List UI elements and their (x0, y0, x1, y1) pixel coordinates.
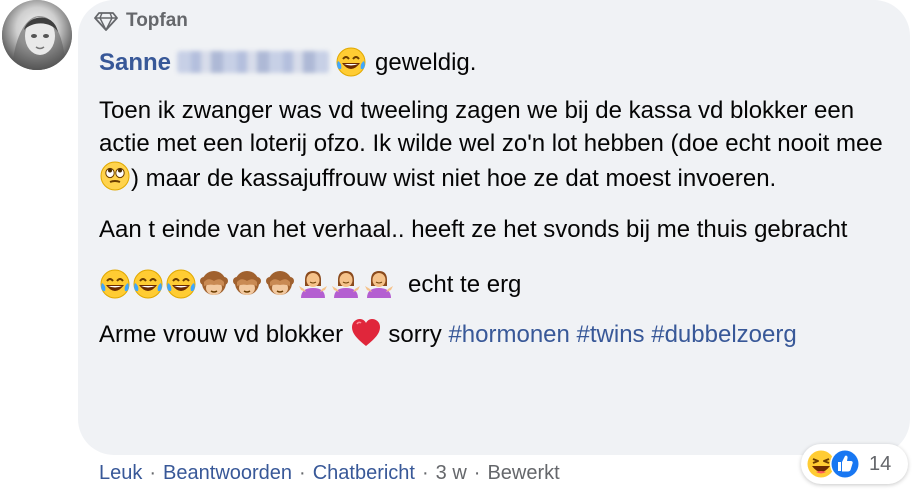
reactions-badge[interactable]: 14 (801, 444, 908, 484)
author-suffix-text: geweldig. (375, 48, 477, 76)
chat-message-link[interactable]: Chatbericht (313, 462, 415, 485)
comment-container: Topfan Sanne geweldig. Toen ik zwanger w… (0, 0, 914, 492)
separator-dot: · (421, 462, 429, 484)
author-name[interactable]: Sanne (99, 46, 171, 79)
see-no-evil-monkey-emoji-icon (198, 268, 230, 300)
emoji-line: echt te erg (99, 264, 889, 304)
tears-of-joy-emoji-icon (99, 268, 131, 300)
hashtag-link[interactable]: #dubbelzoerg (651, 321, 796, 348)
reply-link[interactable]: Beantwoorden (163, 462, 292, 485)
person-shrugging-emoji-icon (297, 268, 329, 300)
separator-dot: · (299, 462, 306, 484)
comment-paragraph-2: Aan t einde van het verhaal.. heeft ze h… (99, 216, 848, 243)
paragraph-1-after-text: ) maar de kassajuffrouw wist niet hoe ze… (131, 165, 777, 192)
like-icon (829, 448, 861, 480)
top-fan-badge: Topfan (94, 10, 188, 32)
person-shrugging-emoji-icon (363, 268, 395, 300)
see-no-evil-monkey-emoji-icon (264, 268, 296, 300)
edited-label[interactable]: Bewerkt (487, 462, 559, 485)
timestamp[interactable]: 3 w (436, 462, 467, 485)
emoji-line-text: echt te erg (408, 270, 522, 298)
comment-last-paragraph: Arme vrouw vd blokker sorry #hormonen #t… (99, 318, 889, 351)
comment-body: Sanne geweldig. Toen ik zwanger was vd t… (99, 42, 889, 369)
comment-actions: Leuk · Beantwoorden · Chatbericht · 3 w … (99, 462, 560, 485)
comment-paragraph-1: Toen ik zwanger was vd tweeling zagen we… (99, 94, 889, 195)
author-name-redacted[interactable] (177, 51, 330, 73)
person-shrugging-emoji-icon (330, 268, 362, 300)
hashtag-link[interactable]: #hormonen (448, 321, 569, 348)
tears-of-joy-emoji-icon (165, 268, 197, 300)
eye-roll-emoji-icon (99, 160, 131, 192)
separator-dot: · (473, 462, 481, 484)
last-line-mid-text: sorry (388, 321, 442, 348)
diamond-icon (94, 11, 118, 31)
avatar[interactable] (2, 0, 72, 70)
last-line-start-text: Arme vrouw vd blokker (99, 321, 344, 348)
reaction-count: 14 (869, 452, 892, 475)
like-link[interactable]: Leuk (99, 462, 142, 485)
separator-dot: · (149, 462, 157, 484)
red-heart-icon (350, 318, 382, 348)
see-no-evil-monkey-emoji-icon (231, 268, 263, 300)
hashtag-link[interactable]: #twins (577, 321, 645, 348)
tears-of-joy-emoji-icon (132, 268, 164, 300)
author-line: Sanne geweldig. (99, 42, 889, 82)
tears-of-joy-emoji-icon (335, 46, 367, 78)
top-fan-label: Topfan (126, 10, 188, 31)
paragraph-1-text: Toen ik zwanger was vd tweeling zagen we… (99, 97, 883, 157)
